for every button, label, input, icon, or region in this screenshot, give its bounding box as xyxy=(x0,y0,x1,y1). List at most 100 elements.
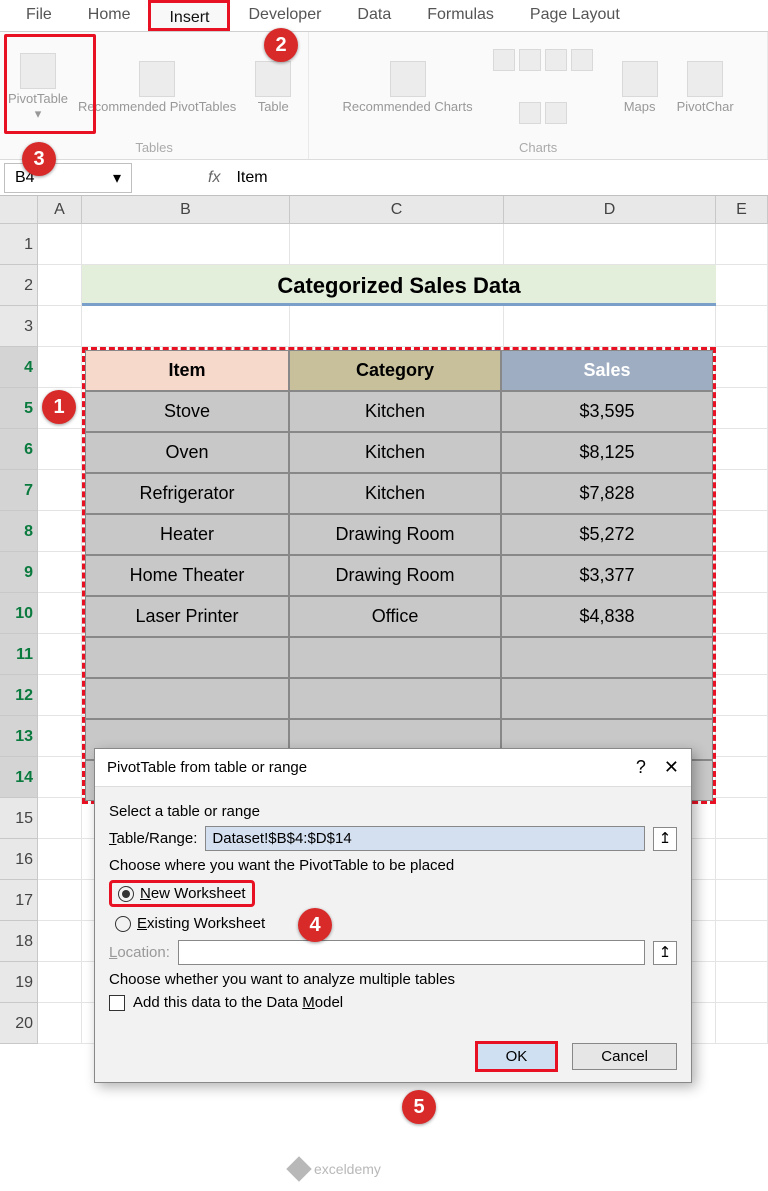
scatter-chart-icon[interactable] xyxy=(519,102,541,124)
pivottable-button[interactable]: PivotTable ▾ xyxy=(8,36,68,138)
row-header[interactable]: 20 xyxy=(0,1003,38,1044)
row-header[interactable]: 11 xyxy=(0,634,38,675)
row-header[interactable]: 15 xyxy=(0,798,38,839)
bar-chart-icon[interactable] xyxy=(571,49,593,71)
row-header[interactable]: 4 xyxy=(0,347,38,388)
range-picker-icon[interactable]: ↥ xyxy=(653,941,677,965)
tab-file[interactable]: File xyxy=(8,0,70,31)
fx-icon[interactable]: fx xyxy=(196,169,232,187)
tab-home[interactable]: Home xyxy=(70,0,149,31)
select-all-corner[interactable] xyxy=(0,196,38,224)
row-header[interactable]: 18 xyxy=(0,921,38,962)
table-cell[interactable] xyxy=(289,637,501,678)
select-range-label: Select a table or range xyxy=(109,803,677,820)
dialog-titlebar[interactable]: PivotTable from table or range ? ✕ xyxy=(95,749,691,787)
pie-chart-icon[interactable] xyxy=(545,49,567,71)
location-input[interactable] xyxy=(178,940,645,965)
new-worksheet-radio[interactable]: New Worksheet xyxy=(109,880,255,907)
table-cell[interactable]: Drawing Room xyxy=(289,555,501,596)
row-header[interactable]: 3 xyxy=(0,306,38,347)
table-cell[interactable]: Heater xyxy=(85,514,289,555)
row-headers: 1 2 3 4 5 6 7 8 9 10 11 12 13 14 15 16 1… xyxy=(0,224,38,1044)
pivotchart-button[interactable]: PivotChar xyxy=(677,36,734,138)
checkbox-icon xyxy=(109,995,125,1011)
table-cell[interactable]: Kitchen xyxy=(289,473,501,514)
maps-button[interactable]: Maps xyxy=(613,36,667,138)
data-model-checkbox[interactable]: Add this data to the Data Model xyxy=(109,994,677,1011)
formula-input[interactable] xyxy=(232,165,768,191)
table-cell[interactable] xyxy=(85,678,289,719)
table-cell[interactable]: $8,125 xyxy=(501,432,713,473)
table-cell[interactable]: Laser Printer xyxy=(85,596,289,637)
row-header[interactable]: 10 xyxy=(0,593,38,634)
range-picker-icon[interactable]: ↥ xyxy=(653,827,677,851)
close-icon[interactable]: ✕ xyxy=(664,757,679,778)
table-cell[interactable]: $4,838 xyxy=(501,596,713,637)
tab-page-layout[interactable]: Page Layout xyxy=(512,0,638,31)
table-header-item[interactable]: Item xyxy=(85,350,289,391)
table-cell[interactable]: $7,828 xyxy=(501,473,713,514)
column-chart-icon[interactable] xyxy=(493,49,515,71)
table-header-sales[interactable]: Sales xyxy=(501,350,713,391)
chevron-down-icon[interactable]: ▾ xyxy=(113,168,121,188)
table-cell[interactable]: $3,377 xyxy=(501,555,713,596)
row-header[interactable]: 14 xyxy=(0,757,38,798)
row-header[interactable]: 16 xyxy=(0,839,38,880)
col-header-e[interactable]: E xyxy=(716,196,768,224)
table-cell[interactable]: Kitchen xyxy=(289,432,501,473)
line-chart-icon[interactable] xyxy=(519,49,541,71)
existing-worksheet-radio[interactable]: Existing Worksheet xyxy=(109,913,677,934)
row-header[interactable]: 7 xyxy=(0,470,38,511)
pivotchart-label: PivotChar xyxy=(677,99,734,114)
pivotchart-icon xyxy=(687,61,723,97)
table-cell[interactable]: Refrigerator xyxy=(85,473,289,514)
table-cell[interactable] xyxy=(501,637,713,678)
row-header[interactable]: 6 xyxy=(0,429,38,470)
row-header[interactable]: 9 xyxy=(0,552,38,593)
row-header[interactable]: 13 xyxy=(0,716,38,757)
recommended-charts-button[interactable]: Recommended Charts xyxy=(343,36,473,138)
row-header[interactable]: 12 xyxy=(0,675,38,716)
table-cell[interactable]: Kitchen xyxy=(289,391,501,432)
data-table-selection[interactable]: Item Category Sales StoveKitchen$3,595 O… xyxy=(82,347,716,804)
cancel-button[interactable]: Cancel xyxy=(572,1043,677,1070)
data-model-label: Add this data to the Data Model xyxy=(133,994,343,1011)
help-icon[interactable]: ? xyxy=(636,757,646,778)
table-range-input[interactable] xyxy=(205,826,645,851)
tab-insert[interactable]: Insert xyxy=(148,0,230,31)
pivottable-dialog: PivotTable from table or range ? ✕ Selec… xyxy=(94,748,692,1083)
table-cell[interactable]: Office xyxy=(289,596,501,637)
recommended-charts-label: Recommended Charts xyxy=(343,99,473,114)
tab-data[interactable]: Data xyxy=(339,0,409,31)
row-header[interactable]: 1 xyxy=(0,224,38,265)
radio-icon xyxy=(118,886,134,902)
table-cell[interactable]: Drawing Room xyxy=(289,514,501,555)
callout-3: 3 xyxy=(22,142,56,176)
col-header-a[interactable]: A xyxy=(38,196,82,224)
table-cell[interactable]: Oven xyxy=(85,432,289,473)
row-header[interactable]: 5 xyxy=(0,388,38,429)
ok-button[interactable]: OK xyxy=(475,1041,559,1072)
chart-gallery[interactable] xyxy=(483,36,603,138)
row-header[interactable]: 17 xyxy=(0,880,38,921)
table-header-category[interactable]: Category xyxy=(289,350,501,391)
table-cell[interactable] xyxy=(501,678,713,719)
tab-formulas[interactable]: Formulas xyxy=(409,0,512,31)
radio-icon xyxy=(115,916,131,932)
row-header[interactable]: 8 xyxy=(0,511,38,552)
table-cell[interactable]: Stove xyxy=(85,391,289,432)
row-header[interactable]: 19 xyxy=(0,962,38,1003)
table-cell[interactable]: $5,272 xyxy=(501,514,713,555)
col-header-b[interactable]: B xyxy=(82,196,290,224)
table-cell[interactable] xyxy=(289,678,501,719)
col-header-d[interactable]: D xyxy=(504,196,716,224)
recommended-pivottables-button[interactable]: Recommended PivotTables xyxy=(78,36,236,138)
table-cell[interactable]: $3,595 xyxy=(501,391,713,432)
combo-chart-icon[interactable] xyxy=(545,102,567,124)
row-header[interactable]: 2 xyxy=(0,265,38,306)
tab-developer[interactable]: Developer xyxy=(230,0,339,31)
formula-bar: B4 ▾ fx xyxy=(0,160,768,196)
table-cell[interactable]: Home Theater xyxy=(85,555,289,596)
col-header-c[interactable]: C xyxy=(290,196,504,224)
table-cell[interactable] xyxy=(85,637,289,678)
